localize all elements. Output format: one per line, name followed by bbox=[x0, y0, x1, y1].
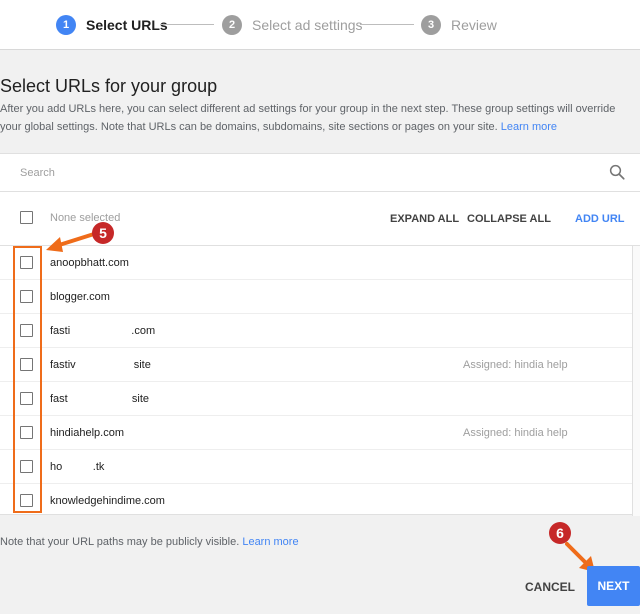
url-text: hindiahelp.com bbox=[50, 427, 124, 439]
selection-status: None selected bbox=[50, 212, 121, 224]
collapse-all-button[interactable]: COLLAPSE ALL bbox=[467, 213, 551, 225]
url-row[interactable]: fasti .com bbox=[0, 314, 632, 348]
expand-all-button[interactable]: EXPAND ALL bbox=[390, 213, 459, 225]
callout-badge-5: 5 bbox=[92, 222, 114, 244]
step-select-urls[interactable]: 1 Select URLs bbox=[56, 14, 168, 36]
checkbox-highlight-annotation bbox=[13, 246, 42, 513]
url-text: fast site bbox=[50, 393, 150, 405]
step-divider bbox=[360, 24, 414, 25]
step-divider bbox=[160, 24, 214, 25]
url-text: ho .tk bbox=[50, 461, 105, 473]
url-row[interactable]: blogger.com bbox=[0, 280, 632, 314]
visibility-note: Note that your URL paths may be publicly… bbox=[0, 536, 240, 548]
step-number: 2 bbox=[222, 15, 242, 35]
search-icon[interactable] bbox=[608, 163, 626, 181]
url-row[interactable]: fast site bbox=[0, 382, 632, 416]
url-list: anoopbhatt.com blogger.com fasti .com fa… bbox=[0, 246, 640, 516]
stepper: 1 Select URLs 2 Select ad settings 3 Rev… bbox=[0, 0, 640, 50]
cancel-button[interactable]: CANCEL bbox=[520, 574, 580, 600]
add-url-button[interactable]: ADD URL bbox=[575, 213, 625, 225]
url-panel: None selected EXPAND ALL COLLAPSE ALL AD… bbox=[0, 153, 640, 516]
step-label: Review bbox=[451, 17, 497, 33]
step-select-ad-settings[interactable]: 2 Select ad settings bbox=[222, 14, 363, 36]
list-scrollbar[interactable] bbox=[632, 246, 640, 516]
url-text: fasti .com bbox=[50, 325, 156, 337]
url-row[interactable]: fastiv site Assigned: hindia help bbox=[0, 348, 632, 382]
url-text: blogger.com bbox=[50, 291, 110, 303]
step-number: 3 bbox=[421, 15, 441, 35]
url-text: anoopbhatt.com bbox=[50, 257, 129, 269]
url-row[interactable]: ho .tk bbox=[0, 450, 632, 484]
next-button[interactable]: NEXT bbox=[587, 566, 640, 606]
footer-note: Note that your URL paths may be publicly… bbox=[0, 536, 299, 548]
step-review[interactable]: 3 Review bbox=[421, 14, 497, 36]
url-row[interactable]: hindiahelp.com Assigned: hindia help bbox=[0, 416, 632, 450]
step-label: Select URLs bbox=[86, 17, 168, 33]
search-input[interactable] bbox=[20, 164, 580, 182]
footer-learn-more-link[interactable]: Learn more bbox=[242, 536, 298, 548]
search-row bbox=[0, 154, 640, 192]
url-text: knowledgehindime.com bbox=[50, 495, 165, 507]
url-text: fastiv site bbox=[50, 359, 151, 371]
learn-more-link[interactable]: Learn more bbox=[501, 121, 557, 133]
assigned-group-label: Assigned: hindia help bbox=[463, 427, 568, 439]
step-label: Select ad settings bbox=[252, 17, 363, 33]
page-description: After you add URLs here, you can select … bbox=[0, 100, 632, 136]
step-number: 1 bbox=[56, 15, 76, 35]
select-all-checkbox[interactable] bbox=[20, 211, 33, 224]
page-title: Select URLs for your group bbox=[0, 76, 218, 96]
assigned-group-label: Assigned: hindia help bbox=[463, 359, 568, 371]
url-row[interactable]: knowledgehindime.com bbox=[0, 484, 632, 516]
